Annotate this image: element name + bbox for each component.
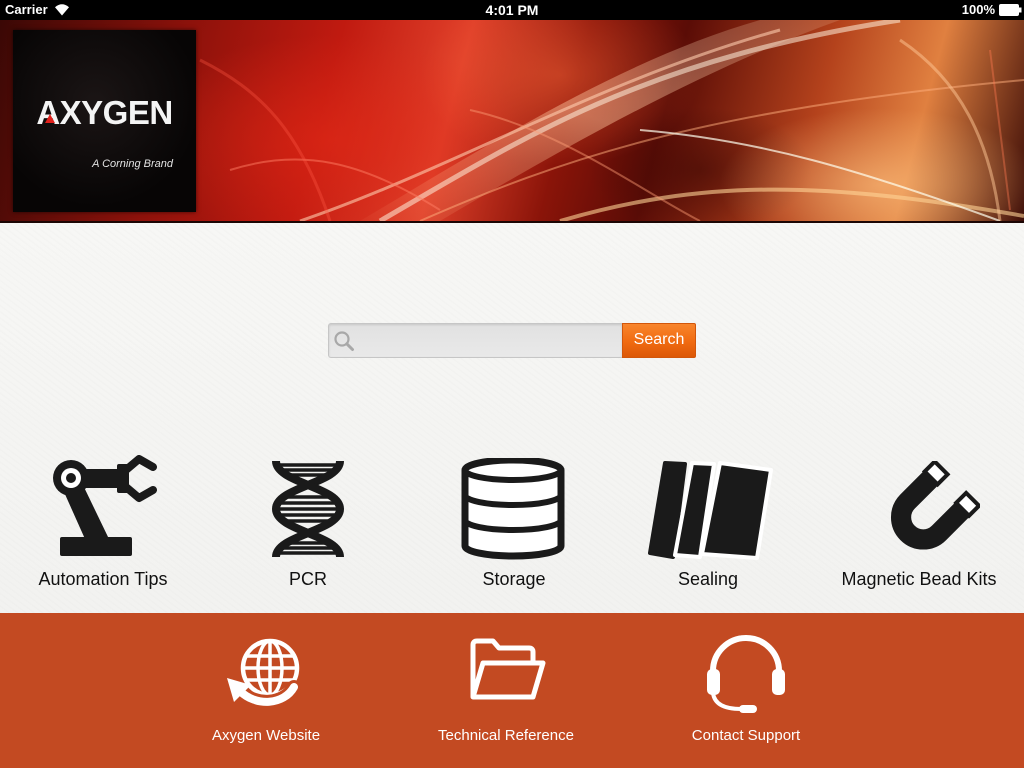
search-field[interactable]	[328, 323, 622, 358]
magnet-icon	[891, 461, 980, 550]
category-label: Storage	[482, 569, 546, 589]
category-pcr[interactable]: PCR	[208, 450, 408, 596]
database-icon	[461, 458, 565, 560]
category-label: PCR	[288, 569, 327, 589]
header-banner: AXYGEN A Corning Brand	[0, 20, 1024, 223]
category-label: Sealing	[677, 569, 739, 589]
footer-link-label: Axygen Website	[211, 727, 321, 744]
battery-percent: 100%	[961, 2, 995, 17]
search-input[interactable]	[359, 324, 619, 357]
footer-link-axygen-website[interactable]: Axygen Website	[166, 625, 366, 760]
axygen-logo: AXYGEN A Corning Brand	[13, 30, 196, 212]
main-content: Search Automation Tips PCR Storage Seali…	[0, 223, 1024, 613]
logo-tagline: A Corning Brand	[92, 158, 173, 170]
status-bar: Carrier 4:01 PM 100%	[0, 0, 1024, 20]
category-storage[interactable]: Storage	[414, 450, 614, 596]
sealing-film-icon	[648, 461, 773, 560]
search-icon	[334, 331, 354, 351]
status-time: 4:01 PM	[485, 2, 539, 18]
headset-icon	[707, 635, 785, 713]
category-automation-tips[interactable]: Automation Tips	[3, 450, 203, 596]
robot-arm-icon	[53, 455, 157, 556]
globe-icon	[227, 638, 301, 707]
search-bar: Search	[328, 323, 696, 358]
carrier-name: Carrier	[5, 2, 48, 17]
wifi-icon	[55, 4, 69, 16]
category-sealing[interactable]: Sealing	[608, 450, 808, 596]
category-label: Magnetic Bead Kits	[841, 569, 997, 589]
footer-bar: Axygen Website Technical Reference Conta…	[0, 613, 1024, 768]
logo-wordmark: AXYGEN	[36, 94, 173, 131]
category-magnetic-bead-kits[interactable]: Magnetic Bead Kits	[819, 450, 1019, 596]
dna-icon	[271, 460, 345, 558]
footer-link-contact-support[interactable]: Contact Support	[646, 625, 846, 760]
folder-icon	[470, 638, 546, 700]
footer-link-label: Technical Reference	[438, 727, 574, 744]
footer-link-label: Contact Support	[691, 727, 801, 744]
logo-accent	[45, 114, 55, 123]
category-label: Automation Tips	[38, 569, 168, 589]
footer-link-technical-reference[interactable]: Technical Reference	[406, 625, 606, 760]
search-button[interactable]: Search	[622, 323, 696, 358]
battery-icon	[999, 4, 1022, 16]
